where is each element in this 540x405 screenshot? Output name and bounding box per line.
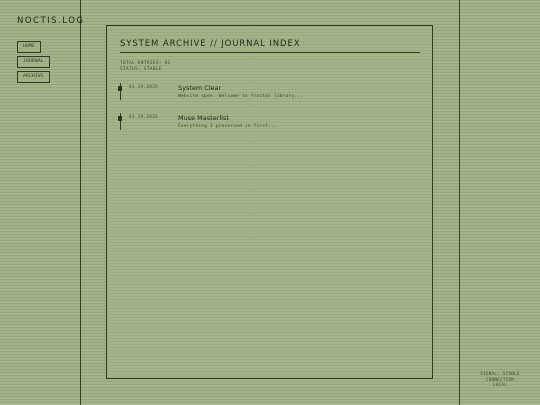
nav-archive-button[interactable]: ARCHIVE (17, 71, 51, 83)
total-entries-text: TOTAL ENTRIES: 02 (120, 61, 171, 66)
entry-title-link[interactable]: Muse Masterlist (178, 114, 229, 122)
connection-mode-text: LOCAL (492, 382, 508, 387)
site-logo[interactable]: NOCTIS.LOG (17, 16, 85, 26)
nav-home-button[interactable]: HOME (17, 41, 42, 53)
nav-journal-button[interactable]: JOURNAL (17, 56, 51, 68)
main-nav: HOME JOURNAL ARCHIVE (17, 41, 51, 86)
entry-description: Website open. Welcome to fractal library… (178, 94, 304, 99)
entry-date: 01.19.2026 (129, 85, 158, 90)
entry-date: 01.19.2026 (129, 115, 158, 120)
entry-description: Everything I preserved in first... (178, 124, 277, 129)
timeline-marker-icon (118, 86, 122, 91)
right-divider (459, 0, 460, 405)
left-divider (80, 0, 81, 405)
journal-entry[interactable]: 01.19.2026 Muse Masterlist Everything I … (118, 113, 418, 133)
archive-panel: SYSTEM ARCHIVE // JOURNAL INDEX TOTAL EN… (106, 25, 433, 379)
signal-status: SIGNAL: STABLE CONNECTION LOCAL (470, 371, 530, 388)
status-text: STATUS: STABLE (120, 67, 162, 72)
page-title: SYSTEM ARCHIVE // JOURNAL INDEX (120, 39, 301, 49)
journal-entry[interactable]: 01.19.2026 System Clear Website open. We… (118, 83, 418, 103)
entry-title-link[interactable]: System Clear (178, 84, 221, 92)
title-divider (120, 52, 420, 53)
timeline-marker-icon (118, 116, 122, 121)
